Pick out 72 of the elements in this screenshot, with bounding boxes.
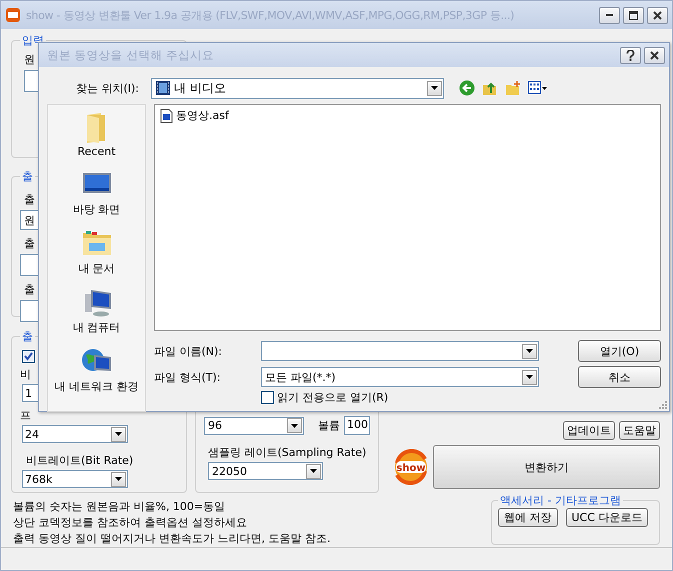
close-button[interactable]	[644, 46, 665, 64]
convert-button[interactable]: 변환하기	[433, 445, 660, 489]
film-icon	[155, 80, 171, 96]
caret-icon	[526, 375, 533, 379]
group-label: 액세서리 - 기타프로그램	[499, 493, 622, 508]
checkbox[interactable]	[261, 391, 274, 404]
maximize-button[interactable]	[623, 6, 644, 24]
video-file-icon	[160, 108, 174, 122]
dropdown[interactable]: 22050	[208, 462, 323, 480]
places-item[interactable]: 바탕 화면	[72, 168, 120, 217]
checkbox-label: 읽기 전용으로 열기(R)	[277, 390, 388, 405]
checkbox[interactable]	[22, 350, 35, 363]
button[interactable]: 도움말	[619, 421, 660, 440]
file-name-field[interactable]	[261, 341, 539, 361]
app-icon	[5, 7, 21, 23]
dropdown[interactable]: 내 비디오	[151, 78, 444, 98]
button[interactable]: 웹에 저장	[498, 508, 558, 527]
back-button[interactable]	[458, 79, 476, 97]
resize-grip-icon	[657, 399, 667, 409]
close-icon	[650, 50, 659, 60]
maximize-icon	[629, 10, 638, 20]
note-text: 볼륨의 숫자는 원본음과 비율%, 100=동일	[13, 499, 226, 515]
group-label: 출	[21, 329, 34, 344]
caret-icon	[310, 469, 317, 473]
new-folder-button[interactable]	[504, 79, 522, 97]
field-label: 파일 형식(T):	[154, 370, 222, 384]
show-logo: show	[393, 449, 429, 485]
help-icon	[626, 50, 635, 60]
note-text: 출력 동영상 질이 떨어지거나 변환속도가 느리다면, 도움말 참조.	[13, 531, 330, 547]
button[interactable]: 업데이트	[563, 421, 615, 440]
dropdown[interactable]: 24	[22, 425, 128, 443]
caret-icon	[431, 86, 438, 90]
minimize-button[interactable]	[599, 6, 620, 24]
field-label: 원	[24, 52, 35, 67]
minimize-icon	[606, 14, 613, 16]
help-button[interactable]	[620, 46, 641, 64]
dropdown[interactable]: 모든 파일(*.*)	[261, 367, 539, 387]
up-folder-icon	[482, 80, 498, 96]
caret-icon	[526, 349, 533, 353]
dropdown[interactable]: 96	[204, 416, 304, 434]
field-label: 프	[20, 408, 31, 423]
view-menu-button[interactable]	[527, 80, 549, 96]
close-icon	[653, 10, 662, 20]
field-label: 비트레이트(Bit Rate)	[26, 453, 134, 468]
caret-icon	[115, 432, 122, 436]
field-label: 비	[20, 367, 31, 382]
dropdown[interactable]: 768k	[22, 470, 128, 488]
volume-field[interactable]: 100	[344, 416, 370, 435]
close-button[interactable]	[647, 6, 668, 24]
field-label: 출	[24, 236, 35, 251]
field-label: 찾는 위치(I):	[74, 80, 139, 96]
places-item[interactable]: 내 네트워크 환경	[54, 345, 138, 394]
volume-label: 볼륨	[318, 418, 340, 433]
dialog-title: 원본 동영상을 선택해 주십시요	[47, 48, 215, 62]
open-button[interactable]: 열기(O)	[578, 340, 661, 362]
view-menu-icon	[528, 81, 548, 95]
places-item[interactable]: Recent	[77, 111, 116, 158]
group-label: 출	[21, 169, 34, 184]
checkmark-icon	[24, 352, 33, 361]
file-item[interactable]: 동영상.asf	[158, 108, 231, 123]
caret-icon	[291, 424, 298, 428]
new-folder-icon	[505, 80, 521, 96]
places-item[interactable]: 내 컴퓨터	[72, 286, 120, 335]
caret-icon	[115, 477, 122, 481]
button[interactable]: UCC 다운로드	[566, 508, 648, 527]
cancel-button[interactable]: 취소	[578, 366, 661, 388]
field-label: 출	[24, 192, 35, 207]
places-item[interactable]: 내 문서	[78, 227, 115, 276]
field-label: 출	[24, 282, 35, 297]
field-label: 샘플링 레이트(Sampling Rate)	[208, 445, 366, 460]
note-text: 상단 코덱정보를 참조하여 출력옵션 설정하세요	[13, 515, 247, 531]
field-label: 파일 이름(N):	[154, 344, 224, 358]
